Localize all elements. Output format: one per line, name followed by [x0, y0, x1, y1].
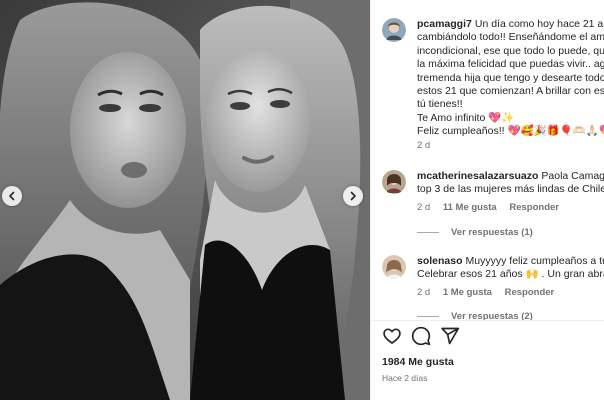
comment-line: Celebrar esos 21 años 🙌 . Un gran abrazo	[417, 268, 604, 281]
comment-line: top 3 de las mujeres más lindas de Chile…	[417, 183, 604, 196]
profile-photo	[382, 170, 406, 194]
caption-meta: 2 d	[417, 140, 440, 151]
avatar[interactable]	[382, 18, 406, 42]
comment-text: mcatherinesalazarsuazoPaola Camaggi, s t…	[417, 170, 604, 197]
view-replies-button[interactable]: Ver respuestas (1)	[417, 227, 533, 238]
post-timestamp[interactable]: Hace 2 días	[382, 373, 427, 383]
post-actions	[382, 326, 460, 346]
comment-button[interactable]	[411, 326, 431, 346]
view-replies-button[interactable]: Ver respuestas (2)	[417, 311, 533, 320]
likes-count[interactable]: 1984 Me gusta	[382, 356, 454, 368]
post-side-panel: pcamaggi7Un día como hoy hace 21 años ca…	[370, 0, 604, 400]
post-photo	[0, 0, 370, 400]
post-media[interactable]	[0, 0, 370, 400]
caption-line: tú tienes!!	[417, 98, 463, 111]
profile-photo	[382, 255, 406, 279]
view-replies-label: Ver respuestas (2)	[451, 311, 533, 320]
replies-divider-line	[417, 316, 439, 317]
comment-meta: 2 d 11 Me gusta Responder	[417, 202, 569, 213]
replies-divider-line	[417, 232, 439, 233]
comment-time[interactable]: 2 d	[417, 287, 430, 298]
avatar[interactable]	[382, 255, 406, 279]
caption-text: pcamaggi7Un día como hoy hace 21 años ca…	[417, 18, 604, 139]
previous-photo-button[interactable]	[2, 186, 22, 206]
reply-button[interactable]: Responder	[505, 287, 555, 298]
profile-photo	[382, 18, 406, 42]
comment-username[interactable]: solenaso	[417, 255, 463, 267]
comment-likes[interactable]: 1 Me gusta	[443, 287, 492, 298]
comment-meta: 2 d 1 Me gusta Responder	[417, 287, 564, 298]
caption-line: Feliz cumpleaños!! 💖🥰🎉🎁🎈🫶🏻🙏🏻💖	[417, 125, 604, 138]
caption-line: Un día como hoy hace 21 años	[474, 18, 604, 30]
like-button[interactable]	[382, 326, 402, 346]
comment-bubble-icon	[411, 326, 431, 346]
share-button[interactable]	[440, 326, 460, 346]
comment-time[interactable]: 2 d	[417, 202, 430, 213]
comment-line: Muyyyyy feliz cumpleaños a tu li	[465, 255, 604, 267]
caption-line: incondicional, ese que todo lo puede, qu…	[417, 44, 604, 57]
comment-username[interactable]: mcatherinesalazarsuazo	[417, 170, 538, 182]
caption-line: la máxima felicidad que puedas vivir.. a…	[417, 58, 604, 71]
next-photo-button[interactable]	[343, 186, 363, 206]
caption-line: cambiándolo todo!! Enseñándome el amor	[417, 31, 604, 44]
view-replies-label: Ver respuestas (1)	[451, 227, 533, 238]
heart-icon	[383, 328, 401, 344]
caption-line: tremenda hija que tengo y desearte todo …	[417, 71, 604, 84]
paper-plane-icon	[441, 327, 460, 345]
reply-button[interactable]: Responder	[509, 202, 559, 213]
comment-likes[interactable]: 11 Me gusta	[443, 202, 497, 213]
caption-username[interactable]: pcamaggi7	[417, 18, 472, 30]
comments-list[interactable]: pcamaggi7Un día como hoy hace 21 años ca…	[371, 0, 604, 320]
chevron-left-icon	[9, 191, 15, 201]
caption-line: Te Amo infinito 💖✨	[417, 111, 515, 124]
caption-time[interactable]: 2 d	[417, 140, 430, 151]
comment-line: Paola Camaggi, s	[541, 170, 604, 182]
chevron-right-icon	[350, 191, 356, 201]
avatar[interactable]	[382, 170, 406, 194]
comment-text: solenaso Muyyyyy feliz cumpleaños a tu li…	[417, 255, 604, 282]
section-divider	[371, 320, 604, 321]
caption-line: estos 21 que comienzan! A brillar con es…	[417, 85, 604, 98]
